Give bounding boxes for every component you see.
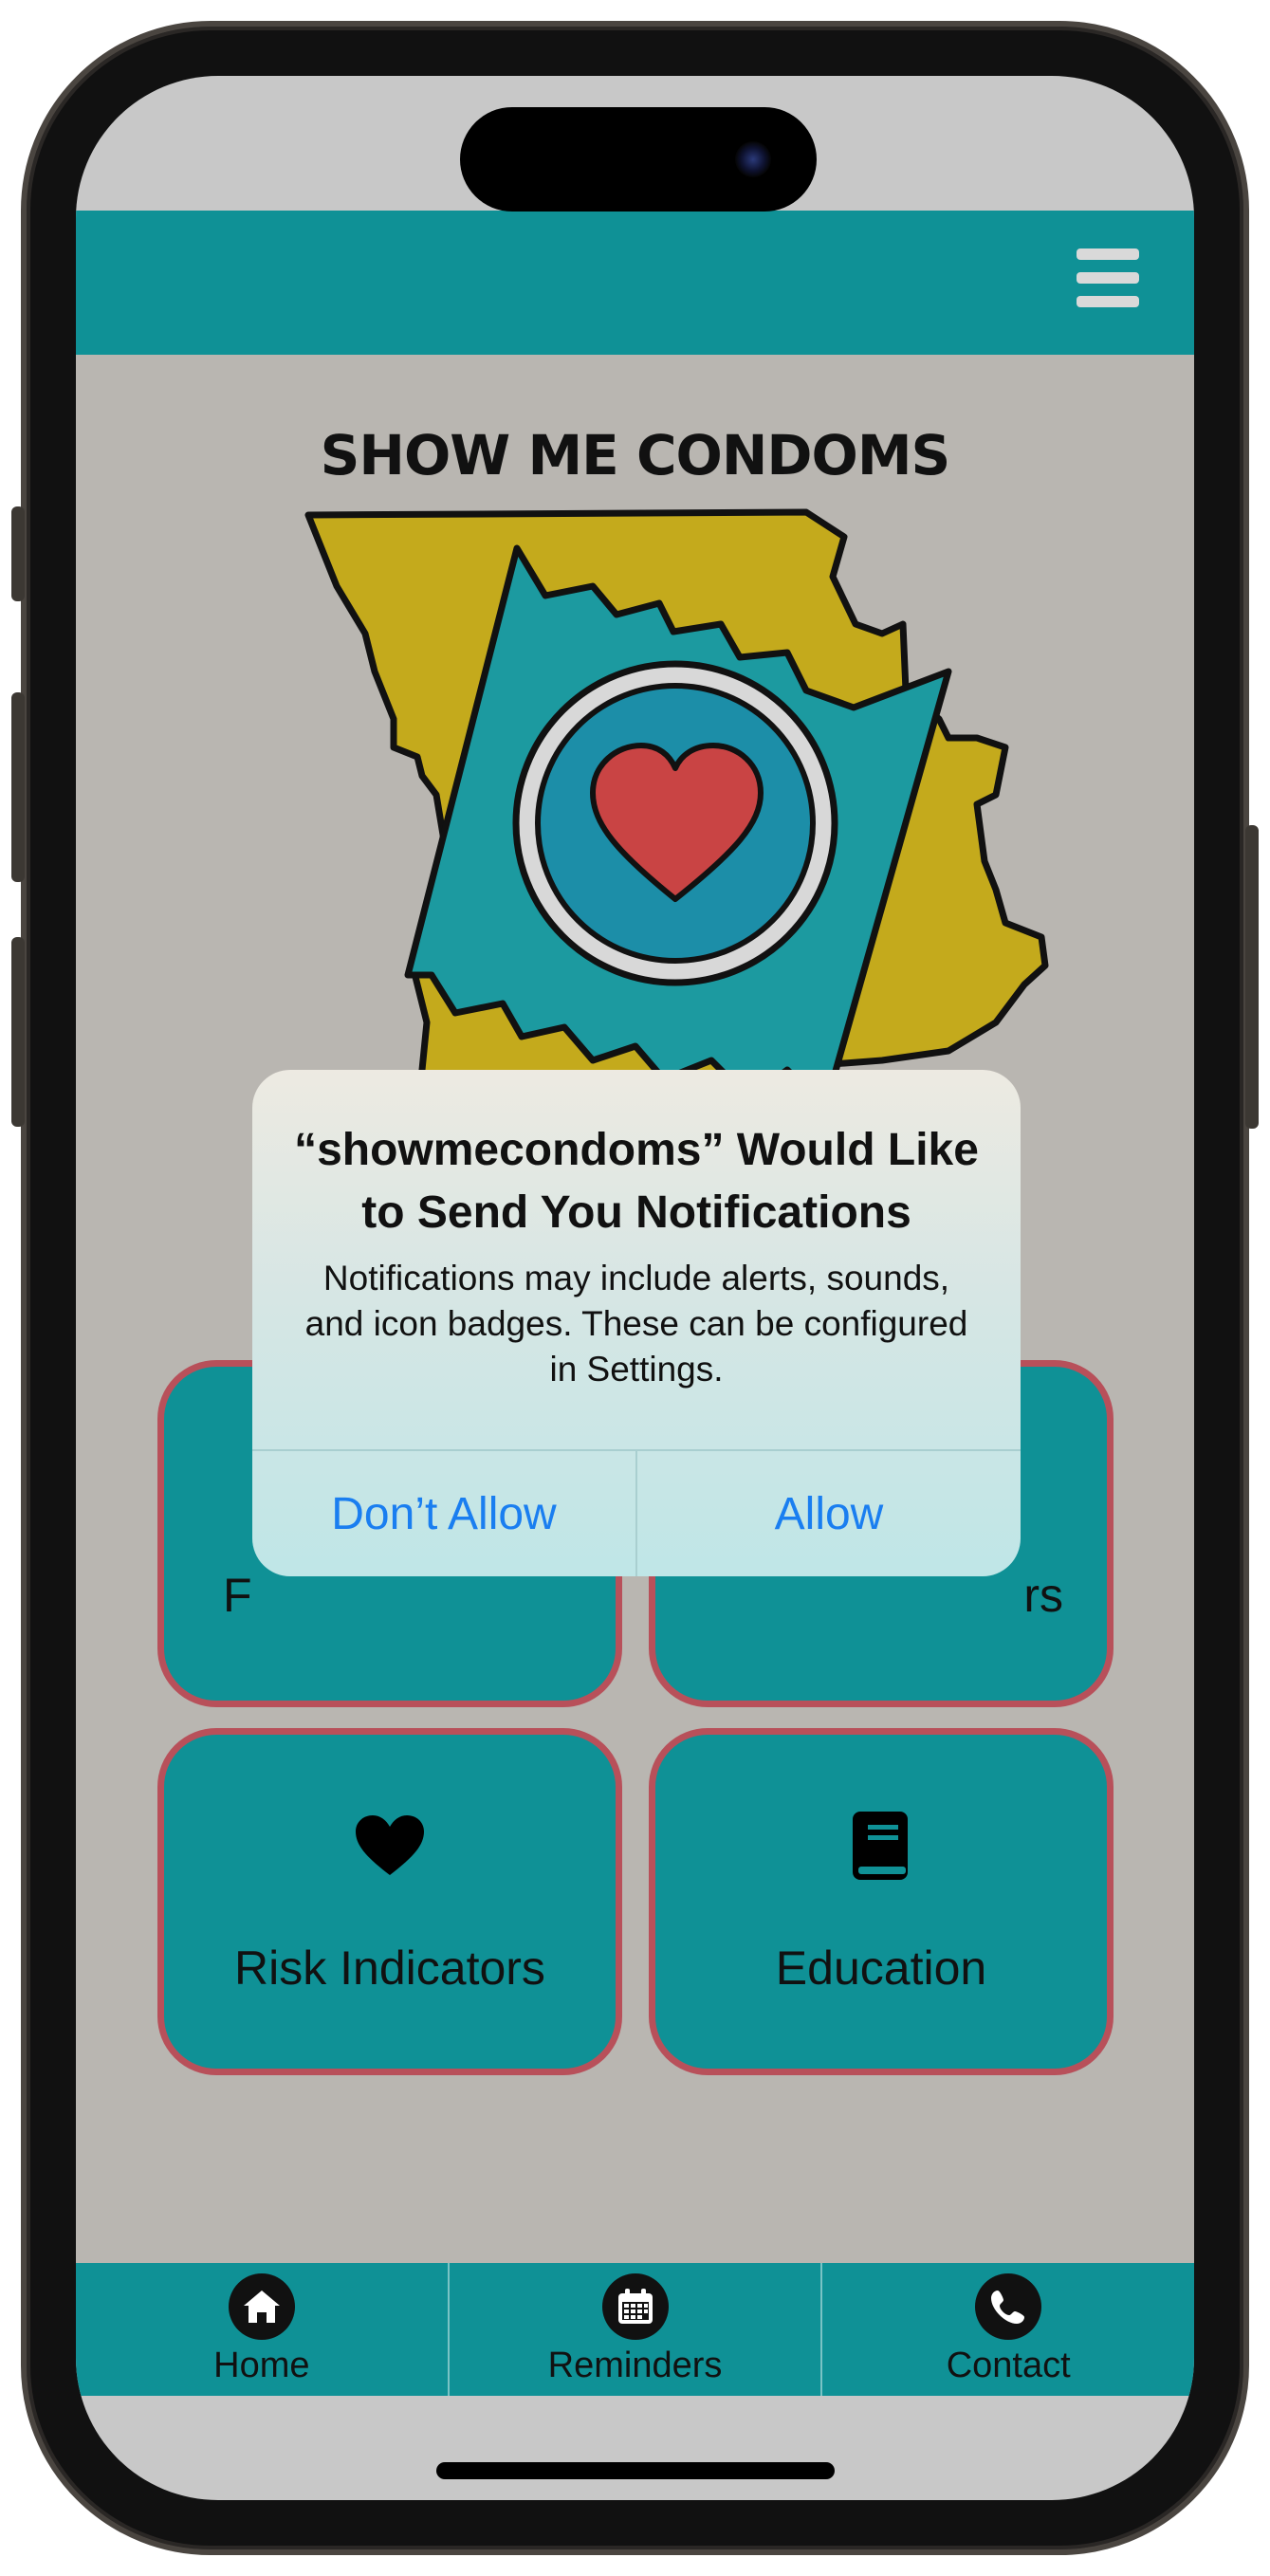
nav-home-label: Home: [213, 2346, 310, 2385]
alert-message: Notifications may include alerts, sounds…: [304, 1259, 968, 1389]
nav-reminders[interactable]: Reminders: [450, 2263, 823, 2396]
volume-up-button: [11, 692, 25, 882]
phone-screen: SHOW ME CONDOMS F rs Risk Indicators Edu…: [76, 76, 1194, 2500]
camera-icon: [735, 141, 771, 177]
brand-title: SHOW ME CONDOMS: [320, 423, 951, 488]
phone-icon: [975, 2273, 1042, 2340]
heart-icon: [354, 1808, 426, 1884]
tile-partial-left-label: F: [223, 1569, 252, 1622]
silent-switch: [11, 506, 25, 601]
home-indicator[interactable]: [436, 2462, 835, 2479]
power-button: [1245, 825, 1259, 1129]
tile-education-label: Education: [775, 1941, 987, 1995]
nav-contact-label: Contact: [946, 2346, 1071, 2385]
nav-contact[interactable]: Contact: [822, 2263, 1194, 2396]
notification-permission-alert: “showmecondoms” Would Like to Send You N…: [252, 1070, 1021, 1576]
tile-risk-indicators-label: Risk Indicators: [234, 1941, 545, 1995]
hamburger-menu-icon[interactable]: [1077, 248, 1139, 307]
calendar-icon: [601, 2273, 669, 2340]
book-icon: [851, 1808, 911, 1884]
home-icon: [228, 2273, 295, 2340]
tile-education[interactable]: Education: [649, 1728, 1114, 2075]
app-header: [76, 211, 1194, 355]
bottom-nav: Home Reminders Contact: [76, 2263, 1194, 2396]
tile-partial-right-label: rs: [1023, 1569, 1063, 1622]
dont-allow-button[interactable]: Don’t Allow: [252, 1451, 635, 1576]
alert-title: “showmecondoms” Would Like to Send You N…: [294, 1125, 979, 1238]
volume-down-button: [11, 937, 25, 1127]
nav-home[interactable]: Home: [76, 2263, 450, 2396]
allow-button[interactable]: Allow: [637, 1451, 1021, 1576]
nav-reminders-label: Reminders: [547, 2346, 723, 2385]
dynamic-island: [460, 107, 817, 212]
tile-risk-indicators[interactable]: Risk Indicators: [157, 1728, 622, 2075]
